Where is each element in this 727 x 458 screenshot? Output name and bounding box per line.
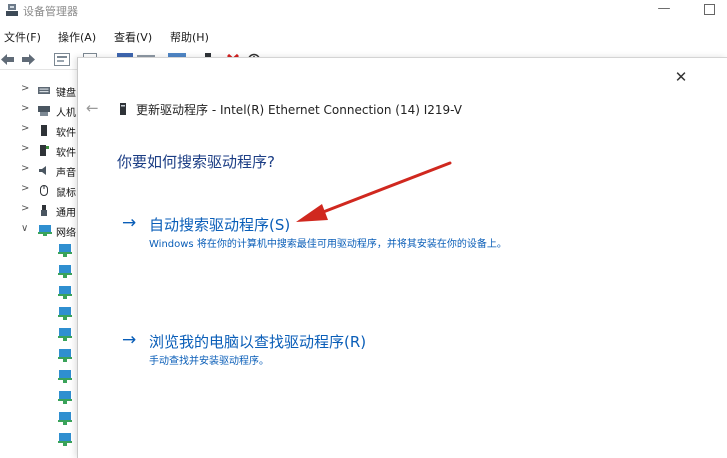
network-adapter-icon[interactable]: [58, 328, 72, 341]
human-interface-icon: [38, 106, 50, 116]
tree-node-hid[interactable]: > 人机: [0, 102, 80, 120]
title-bar: 设备管理器 —: [0, 0, 727, 22]
menu-bar: 文件(F) 操作(A) 查看(V) 帮助(H): [0, 27, 727, 45]
network-adapter-icon[interactable]: [58, 349, 72, 362]
network-adapter-icon: [38, 225, 52, 236]
update-driver-dialog: ✕ ← 更新驱动程序 - Intel(R) Ethernet Connectio…: [77, 57, 727, 458]
minimize-button[interactable]: —: [656, 1, 672, 16]
network-adapter-icon[interactable]: [58, 370, 72, 383]
close-button[interactable]: ✕: [672, 68, 690, 86]
browse-description: 手动查找并安装驱动程序。: [149, 356, 269, 367]
tree-node-network[interactable]: ∨ 网络: [0, 222, 80, 240]
tree-node-sound[interactable]: > 声音: [0, 162, 80, 180]
network-adapter-icon[interactable]: [58, 391, 72, 404]
device-manager-icon: [6, 4, 18, 16]
browse-computer-driver-option[interactable]: → 浏览我的电脑以查找驱动程序(R) 手动查找并安装驱动程序。: [122, 330, 392, 370]
collapse-icon[interactable]: ∨: [21, 223, 28, 234]
arrow-right-icon: →: [122, 213, 137, 233]
search-question-heading: 你要如何搜索驱动程序?: [117, 153, 275, 171]
back-button[interactable]: ←: [86, 99, 99, 117]
network-card-icon: [120, 103, 126, 115]
expand-icon[interactable]: >: [21, 103, 29, 114]
menu-action[interactable]: 操作(A): [58, 29, 96, 45]
network-adapter-icon[interactable]: [58, 265, 72, 278]
tree-node-usb[interactable]: > 通用: [0, 202, 80, 220]
usb-icon: [41, 205, 47, 216]
network-adapter-icon[interactable]: [58, 244, 72, 257]
expand-icon[interactable]: >: [21, 83, 29, 94]
maximize-button[interactable]: [704, 4, 715, 15]
arrow-right-icon: →: [122, 330, 137, 350]
expand-icon[interactable]: >: [21, 163, 29, 174]
software-component-icon: [41, 125, 47, 136]
keyboard-icon: [38, 87, 50, 94]
back-forward-icons[interactable]: [0, 53, 36, 66]
dialog-title: 更新驱动程序 - Intel(R) Ethernet Connection (1…: [136, 103, 462, 117]
expand-icon[interactable]: >: [21, 203, 29, 214]
menu-file[interactable]: 文件(F): [4, 29, 41, 45]
speaker-icon: [39, 166, 46, 175]
network-adapter-icon[interactable]: [58, 412, 72, 425]
auto-search-driver-option[interactable]: → 自动搜索驱动程序(S) Windows 将在你的计算机中搜索最佳可用驱动程序…: [122, 213, 572, 253]
expand-icon[interactable]: >: [21, 183, 29, 194]
network-adapter-icon[interactable]: [58, 307, 72, 320]
tree-node-software-device[interactable]: > 软件: [0, 142, 80, 160]
window-title: 设备管理器: [23, 5, 78, 18]
auto-search-description: Windows 将在你的计算机中搜索最佳可用驱动程序，并将其安装在你的设备上。: [149, 239, 507, 250]
expand-icon[interactable]: >: [21, 143, 29, 154]
properties-icon[interactable]: [54, 53, 70, 66]
expand-icon[interactable]: >: [21, 123, 29, 134]
tree-node-mouse[interactable]: > 鼠标: [0, 182, 80, 200]
auto-search-label: 自动搜索驱动程序(S): [149, 216, 291, 234]
network-adapter-icon[interactable]: [58, 433, 72, 446]
device-tree: > 键盘 > 人机 > 软件 > 软件 > 声音 > 鼠标 > 通用 ∨ 网络: [0, 72, 80, 458]
browse-label: 浏览我的电脑以查找驱动程序(R): [149, 333, 367, 351]
tree-node-keyboard[interactable]: > 键盘: [0, 82, 80, 100]
mouse-icon: [40, 185, 48, 196]
menu-view[interactable]: 查看(V): [114, 29, 152, 45]
menu-help[interactable]: 帮助(H): [170, 29, 209, 45]
tree-node-software-component[interactable]: > 软件: [0, 122, 80, 140]
software-device-icon: [40, 145, 49, 156]
network-adapter-icon[interactable]: [58, 286, 72, 299]
